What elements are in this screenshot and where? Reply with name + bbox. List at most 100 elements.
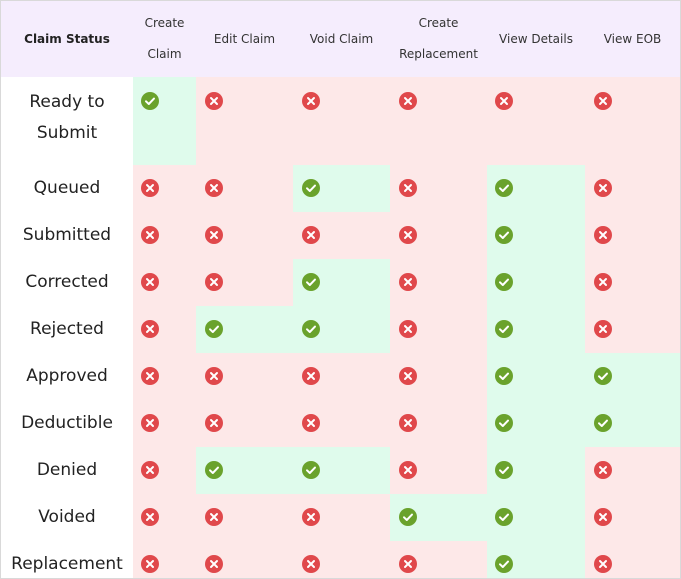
table-row: Ready to Submit (1, 77, 680, 165)
x-circle-icon (141, 273, 159, 291)
x-circle-icon (141, 461, 159, 479)
x-circle-icon (594, 273, 612, 291)
x-circle-icon (141, 555, 159, 573)
x-circle-icon (594, 92, 612, 110)
permission-cell (585, 353, 680, 400)
permission-cell (293, 165, 390, 212)
permission-cell (133, 541, 196, 578)
permission-cell (293, 541, 390, 578)
check-circle-icon (141, 92, 159, 110)
row-status-label: Approved (1, 353, 133, 400)
x-circle-icon (399, 555, 417, 573)
status-text: Denied (36, 460, 98, 480)
row-status-label: Replacement (1, 541, 133, 578)
x-circle-icon (594, 226, 612, 244)
check-circle-icon (495, 320, 513, 338)
permission-cell (390, 212, 487, 259)
check-circle-icon (495, 226, 513, 244)
permission-cell (487, 259, 585, 306)
table-row: Replacement (1, 541, 680, 578)
x-circle-icon (302, 92, 320, 110)
column-header-void-claim: Void Claim (293, 1, 390, 77)
column-header-claim-status: Claim Status (1, 1, 133, 77)
permission-cell (133, 165, 196, 212)
x-circle-icon (302, 508, 320, 526)
header-row: Claim Status Create Claim Edit Claim Void Cl… (1, 1, 680, 77)
permission-cell (133, 212, 196, 259)
permission-cell (585, 306, 680, 353)
permission-cell (133, 259, 196, 306)
permission-cell (196, 165, 293, 212)
permission-cell (390, 541, 487, 578)
permission-cell (196, 259, 293, 306)
column-header-text: View EOB (603, 31, 662, 46)
permission-cell (585, 494, 680, 541)
x-circle-icon (205, 226, 223, 244)
column-header-text: View Details (499, 31, 573, 46)
x-circle-icon (205, 414, 223, 432)
check-circle-icon (205, 461, 223, 479)
column-header-text: Replacement (399, 47, 478, 61)
column-header-text: Claim Status (24, 31, 110, 46)
x-circle-icon (594, 461, 612, 479)
x-circle-icon (495, 92, 513, 110)
x-circle-icon (205, 179, 223, 197)
check-circle-icon (594, 414, 612, 432)
status-text: Corrected (25, 272, 109, 292)
check-circle-icon (302, 461, 320, 479)
permission-cell (585, 400, 680, 447)
check-circle-icon (495, 414, 513, 432)
column-header-create-claim: Create Claim (133, 1, 196, 77)
status-text: Voided (38, 507, 96, 527)
permission-cell (390, 165, 487, 212)
row-status-label: Ready to Submit (1, 77, 133, 165)
table-row: Deductible (1, 400, 680, 447)
x-circle-icon (594, 320, 612, 338)
row-status-label: Corrected (1, 259, 133, 306)
x-circle-icon (399, 226, 417, 244)
status-text: Approved (26, 366, 108, 386)
permission-cell (293, 259, 390, 306)
x-circle-icon (302, 414, 320, 432)
permission-cell (585, 541, 680, 578)
permission-cell (133, 306, 196, 353)
permission-cell (293, 353, 390, 400)
table-row: Submitted (1, 212, 680, 259)
permission-cell (196, 447, 293, 494)
status-text: Submitted (22, 225, 112, 245)
x-circle-icon (399, 414, 417, 432)
table-body: Ready to Submit Queued Submitted Corrected Re… (1, 77, 680, 578)
x-circle-icon (399, 179, 417, 197)
x-circle-icon (302, 226, 320, 244)
status-text: Queued (33, 178, 101, 198)
permission-cell (133, 400, 196, 447)
permission-cell (293, 494, 390, 541)
status-text: Ready to (29, 92, 105, 112)
status-text: Deductible (21, 413, 113, 433)
check-circle-icon (495, 179, 513, 197)
table-row: Approved (1, 353, 680, 400)
column-header-view-details: View Details (487, 1, 585, 77)
check-circle-icon (495, 461, 513, 479)
check-circle-icon (495, 367, 513, 385)
permission-cell (390, 306, 487, 353)
table-row: Voided (1, 494, 680, 541)
permission-cell (390, 77, 487, 165)
permission-cell (487, 212, 585, 259)
permission-cell (196, 306, 293, 353)
status-text: Submit (36, 123, 98, 143)
x-circle-icon (302, 555, 320, 573)
status-text: Rejected (30, 319, 104, 339)
table-row: Rejected (1, 306, 680, 353)
row-status-label: Deductible (1, 400, 133, 447)
permission-cell (390, 494, 487, 541)
check-circle-icon (495, 555, 513, 573)
column-header-text: Claim (147, 47, 182, 61)
x-circle-icon (594, 508, 612, 526)
table-header: Claim Status Create Claim Edit Claim Void Cl… (1, 1, 680, 77)
permission-cell (196, 77, 293, 165)
permission-cell (133, 77, 196, 165)
check-circle-icon (302, 179, 320, 197)
permission-cell (196, 541, 293, 578)
column-header-text: Create (144, 16, 185, 30)
